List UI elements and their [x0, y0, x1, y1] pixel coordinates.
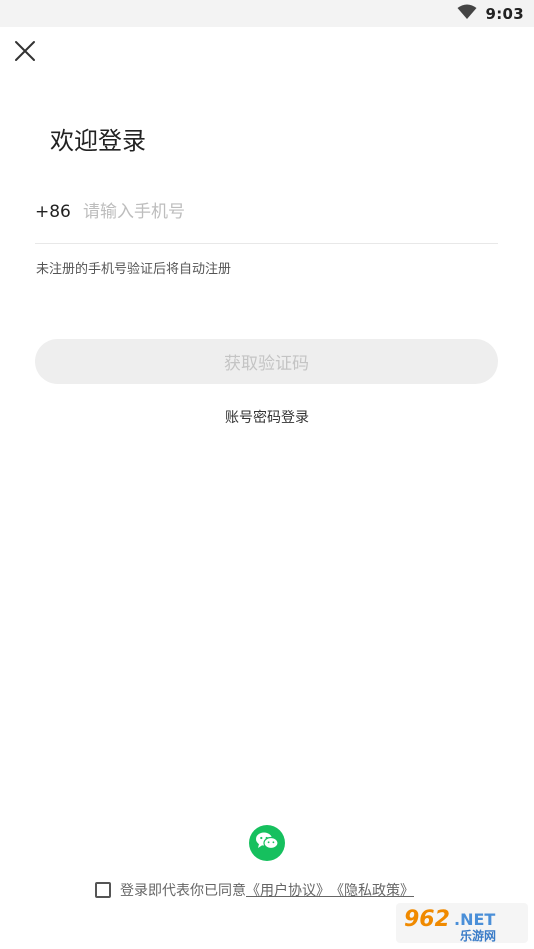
close-icon — [13, 39, 37, 67]
agreement-checkbox[interactable] — [95, 882, 111, 898]
phone-row: +86 — [35, 194, 498, 230]
wechat-icon — [255, 831, 279, 855]
site-watermark-logo: 962 .NET 乐游网 — [396, 903, 528, 943]
privacy-policy-link[interactable]: 《隐私政策》 — [330, 880, 414, 900]
clock: 9:03 — [485, 5, 524, 23]
wechat-login-button[interactable] — [249, 825, 285, 861]
page-title: 欢迎登录 — [50, 127, 146, 155]
wifi-icon — [457, 4, 477, 24]
password-login-link[interactable]: 账号密码登录 — [0, 407, 534, 427]
status-icons: 9:03 — [457, 4, 524, 24]
svg-text:.NET: .NET — [454, 910, 495, 929]
status-bar: 9:03 — [0, 0, 534, 27]
country-code[interactable]: +86 — [35, 202, 83, 222]
agreement-row: 登录即代表你已同意 《用户协议》 《隐私政策》 — [95, 879, 414, 901]
auto-register-hint: 未注册的手机号验证后将自动注册 — [36, 262, 232, 277]
phone-input[interactable] — [83, 202, 463, 222]
close-button[interactable] — [10, 38, 40, 68]
svg-text:962: 962 — [404, 907, 450, 932]
phone-divider — [35, 243, 498, 244]
user-agreement-link[interactable]: 《用户协议》 — [246, 880, 330, 900]
svg-text:乐游网: 乐游网 — [460, 928, 496, 943]
get-code-button[interactable]: 获取验证码 — [35, 339, 498, 384]
agreement-text: 登录即代表你已同意 — [120, 883, 246, 899]
